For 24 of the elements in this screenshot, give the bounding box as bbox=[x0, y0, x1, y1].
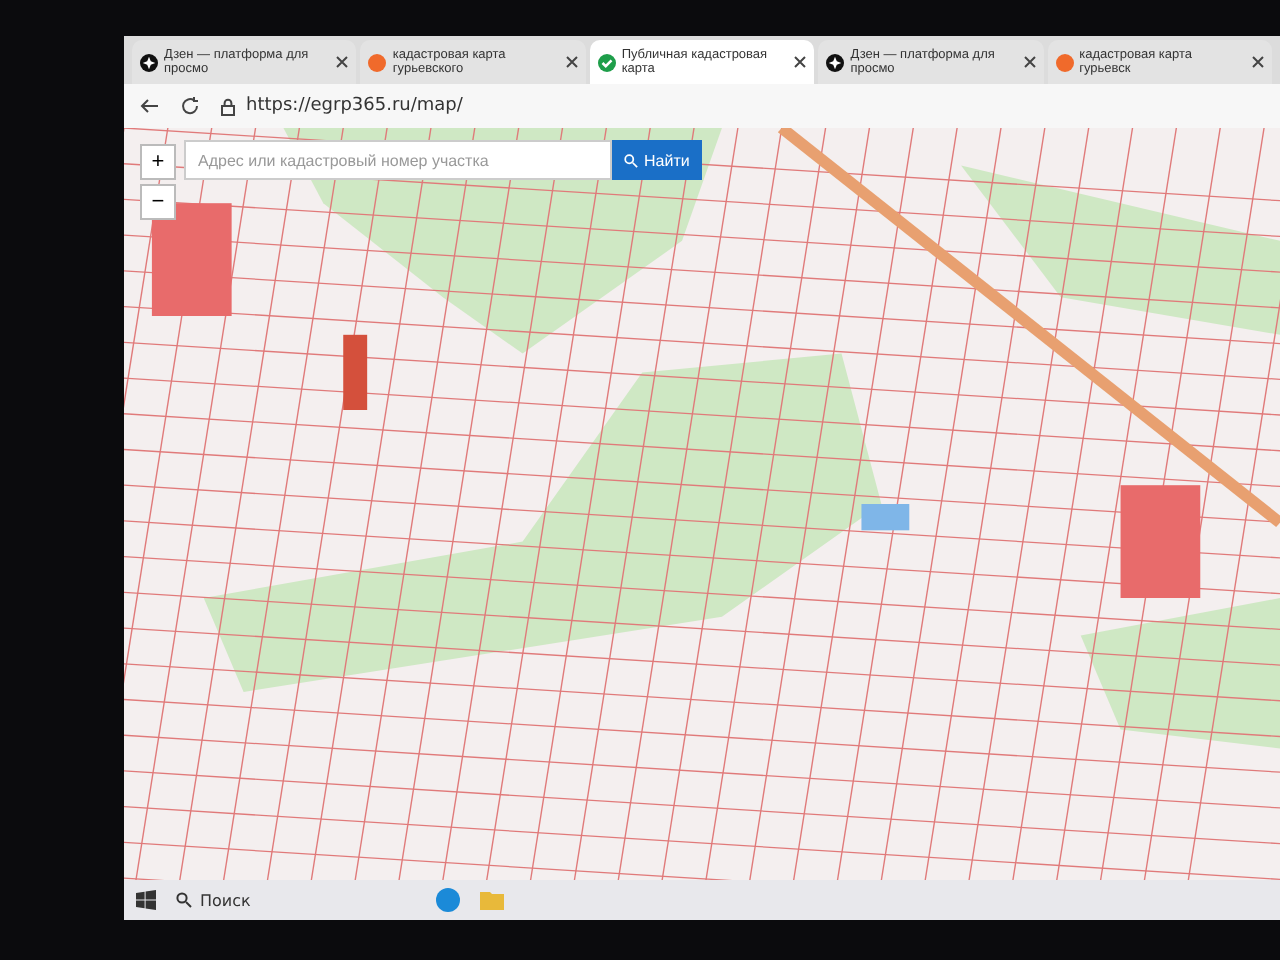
zoom-button[interactable]: + bbox=[140, 144, 176, 180]
browser-icon[interactable] bbox=[436, 888, 460, 912]
windows-logo-icon[interactable] bbox=[136, 890, 156, 910]
close-icon[interactable] bbox=[794, 56, 807, 68]
reload-icon[interactable] bbox=[180, 96, 200, 116]
circle-icon bbox=[1055, 53, 1074, 71]
close-icon[interactable] bbox=[565, 56, 578, 68]
close-icon[interactable] bbox=[1252, 56, 1265, 68]
search-button[interactable]: Найти bbox=[612, 140, 702, 180]
star-icon bbox=[140, 53, 158, 71]
check-icon bbox=[597, 53, 616, 71]
url-text[interactable]: https://egrp365.ru/map/ bbox=[246, 96, 463, 116]
search-icon bbox=[624, 153, 638, 167]
taskbar-search-field[interactable]: Поиск bbox=[176, 891, 416, 909]
back-arrow-icon[interactable] bbox=[140, 96, 160, 116]
search-icon bbox=[176, 892, 192, 908]
lock-icon bbox=[220, 97, 236, 115]
circle-icon bbox=[368, 53, 387, 71]
zoom-button[interactable]: − bbox=[140, 184, 176, 220]
close-icon[interactable] bbox=[1023, 56, 1036, 68]
star-icon bbox=[826, 53, 845, 71]
close-icon[interactable] bbox=[336, 56, 349, 68]
search-placeholder: Поиск bbox=[200, 891, 251, 909]
address-search-field[interactable]: Адрес или кадастровый номер участка bbox=[184, 140, 612, 180]
